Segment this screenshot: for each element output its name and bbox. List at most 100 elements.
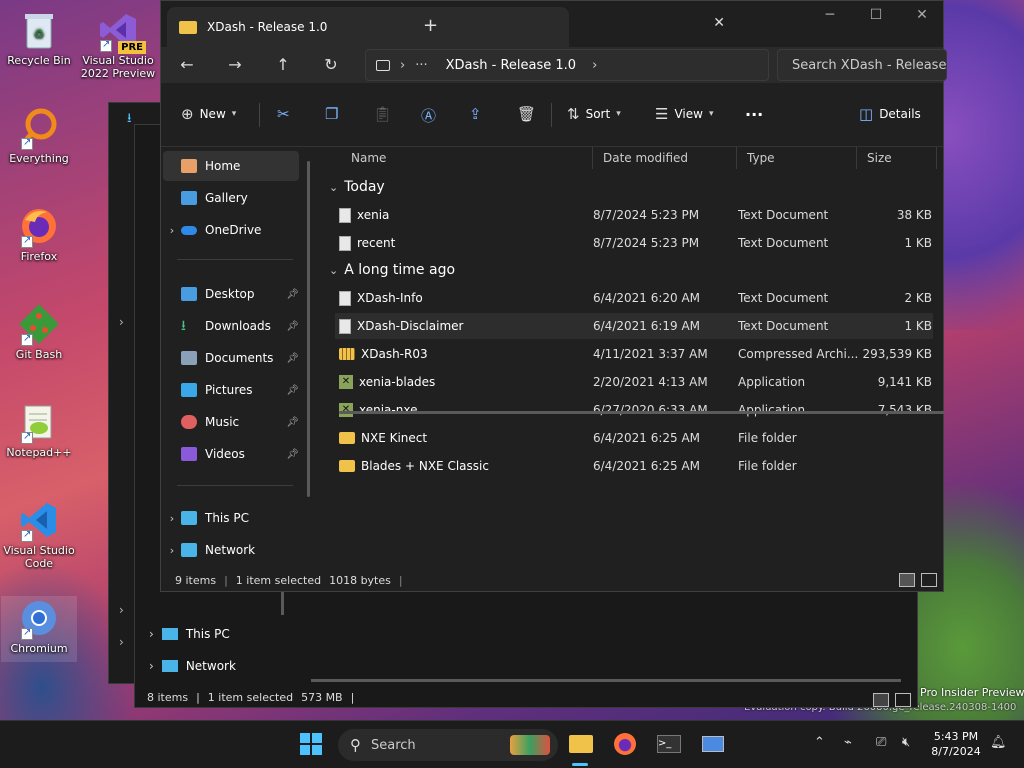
sidebar-item-documents[interactable]: Documents 📌︎: [163, 343, 299, 373]
address-bar[interactable]: › ··· XDash - Release 1.0 ›: [365, 49, 769, 81]
share-button[interactable]: ⇪: [469, 105, 482, 123]
terminal-taskbar-button[interactable]: >_: [656, 731, 682, 757]
sidebar-item-gallery[interactable]: Gallery: [163, 183, 299, 213]
network-status-icon[interactable]: ⌁: [844, 735, 852, 750]
chevron-right-icon[interactable]: ›: [163, 512, 181, 525]
copy-button[interactable]: ❐: [325, 105, 338, 123]
close-tab-icon[interactable]: ✕: [713, 15, 725, 31]
column-header-date[interactable]: Date modified: [593, 147, 737, 169]
details-pane-button[interactable]: ◫ Details: [859, 105, 921, 123]
pin-icon[interactable]: 📌︎: [286, 321, 299, 332]
chevron-right-icon[interactable]: ›: [163, 544, 181, 557]
file-row[interactable]: XDash-R03 4/11/2021 3:37 AM Compressed Arc…: [335, 341, 933, 367]
desktop-icon-everything[interactable]: Everything: [1, 106, 77, 165]
sidebar-item-label: Downloads: [205, 319, 271, 333]
start-button[interactable]: [298, 731, 324, 757]
sidebar-scrollbar[interactable]: [307, 161, 310, 497]
back-tiles-view-button[interactable]: [895, 693, 911, 707]
chevron-right-icon[interactable]: ›: [163, 224, 181, 237]
quick-settings-icon[interactable]: ⎚: [876, 735, 886, 750]
sidebar-item-thispc[interactable]: › This PC: [163, 503, 299, 533]
search-input[interactable]: Search XDash - Release 1.0: [792, 58, 946, 73]
maximize-button[interactable]: ☐: [853, 7, 899, 23]
delete-button[interactable]: 🗑︎: [517, 105, 536, 123]
tab-xdash[interactable]: XDash - Release 1.0 ✕: [167, 7, 725, 47]
desktop-icon-visual-studio[interactable]: PRE Visual Studio 2022 Preview: [80, 8, 156, 80]
taskbar-search[interactable]: ⚲ Search: [338, 729, 558, 761]
close-window-button[interactable]: ✕: [899, 7, 945, 23]
file-row[interactable]: xenia 8/7/2024 5:23 PM Text Document 38 KB: [335, 202, 933, 228]
group-header-today[interactable]: ⌄ Today: [329, 179, 385, 195]
file-row[interactable]: XDash-Disclaimer 6/4/2021 6:19 AM Text Doc…: [335, 313, 933, 339]
search-box[interactable]: Search XDash - Release 1.0: [777, 49, 947, 81]
firefox-taskbar-button[interactable]: [612, 731, 638, 757]
sidebar-item-network[interactable]: › Network: [163, 535, 299, 565]
column-header-size[interactable]: Size: [857, 147, 937, 169]
pin-icon[interactable]: 📌︎: [286, 417, 299, 428]
group-header-older[interactable]: ⌄ A long time ago: [329, 262, 455, 278]
title-bar[interactable]: XDash - Release 1.0 ✕ + ─ ☐ ✕: [161, 1, 943, 47]
back-button[interactable]: ←: [175, 55, 199, 74]
refresh-button[interactable]: ↻: [319, 55, 343, 74]
desktop-icon-firefox[interactable]: Firefox: [1, 204, 77, 263]
pin-icon[interactable]: 📌︎: [286, 353, 299, 364]
column-header-type[interactable]: Type: [737, 147, 857, 169]
paste-button[interactable]: 📋︎: [373, 105, 392, 123]
file-row[interactable]: ✕ xenia-nxe 6/27/2020 6:33 AM Application 7,…: [335, 397, 933, 423]
show-hidden-icons-button[interactable]: ⌃: [814, 735, 825, 750]
back-sidebar-item-network[interactable]: › Network: [149, 659, 236, 673]
back-sidebar-item-thispc[interactable]: › This PC: [149, 627, 230, 641]
desktop-icon-notepadpp[interactable]: Notepad++: [1, 400, 77, 459]
new-button[interactable]: ⊕ New ▾: [181, 105, 236, 123]
file-explorer-taskbar-button[interactable]: [568, 731, 594, 757]
file-row[interactable]: NXE Kinect 6/4/2021 6:25 AM File folder: [335, 425, 933, 451]
desktop-icon-recycle-bin[interactable]: ♻ Recycle Bin: [1, 8, 77, 67]
desktop-icon-vscode[interactable]: Visual Studio Code: [1, 498, 77, 570]
breadcrumb[interactable]: XDash - Release 1.0: [446, 58, 576, 73]
command-bar: ⊕ New ▾ ✂ ❐ 📋︎ Ⓐ ⇪ 🗑︎ ⇅ Sort ▾ ☰ View ▾ …: [161, 83, 943, 147]
explorer-window[interactable]: XDash - Release 1.0 ✕ + ─ ☐ ✕ ← → ↑ ↻ › …: [160, 0, 947, 592]
pin-icon[interactable]: 📌︎: [286, 385, 299, 396]
notifications-bell-icon[interactable]: 🔔︎: [990, 735, 1007, 750]
view-button[interactable]: ☰ View ▾: [655, 105, 713, 123]
new-tab-button[interactable]: +: [423, 15, 438, 36]
desktop-icon-chromium[interactable]: Chromium: [1, 596, 77, 662]
pin-icon[interactable]: 📌︎: [286, 449, 299, 460]
sidebar-item-music[interactable]: Music 📌︎: [163, 407, 299, 437]
forward-button[interactable]: →: [223, 55, 247, 74]
download-icon: ⭳: [181, 318, 186, 334]
plus-circle-icon: ⊕: [181, 105, 194, 123]
more-locations-icon[interactable]: ···: [415, 58, 427, 73]
minimize-button[interactable]: ─: [807, 7, 853, 23]
file-row[interactable]: recent 8/7/2024 5:23 PM Text Document 1 KB: [335, 230, 933, 256]
file-row[interactable]: Blades + NXE Classic 6/4/2021 6:25 AM File…: [335, 453, 933, 479]
up-button[interactable]: ↑: [271, 55, 295, 74]
sidebar-item-home[interactable]: Home: [163, 151, 299, 181]
see-more-button[interactable]: ···: [745, 105, 763, 124]
pin-icon[interactable]: 📌︎: [286, 289, 299, 300]
clock[interactable]: 5:43 PM 8/7/2024: [926, 729, 986, 759]
chevron-right-icon[interactable]: ›: [592, 58, 597, 73]
file-row[interactable]: ✕ xenia-blades 2/20/2021 4:13 AM Applicatio…: [335, 369, 933, 395]
sidebar-item-onedrive[interactable]: › OneDrive: [163, 215, 299, 245]
details-view-button[interactable]: [899, 573, 915, 587]
rename-button[interactable]: Ⓐ: [421, 105, 436, 126]
status-items: 8 items: [147, 691, 189, 704]
horizontal-scrollbar[interactable]: [339, 411, 945, 414]
windows-logo-icon: [300, 733, 322, 755]
sidebar-item-pictures[interactable]: Pictures 📌︎: [163, 375, 299, 405]
remote-desktop-taskbar-button[interactable]: [700, 731, 726, 757]
cut-button[interactable]: ✂: [277, 105, 290, 123]
desktop-icon-git-bash[interactable]: Git Bash: [1, 302, 77, 361]
back-sidebar-label: This PC: [185, 627, 230, 641]
file-date: 6/4/2021 6:20 AM: [593, 291, 701, 305]
file-row[interactable]: XDash-Info 6/4/2021 6:20 AM Text Document 2…: [335, 285, 933, 311]
back-details-view-button[interactable]: [873, 693, 889, 707]
sidebar-item-videos[interactable]: Videos 📌︎: [163, 439, 299, 469]
column-header-name[interactable]: Name: [341, 147, 593, 169]
sidebar-item-downloads[interactable]: ⭳ Downloads 📌︎: [163, 311, 299, 341]
sidebar-item-desktop[interactable]: Desktop 📌︎: [163, 279, 299, 309]
sort-button[interactable]: ⇅ Sort ▾: [567, 105, 621, 123]
tiles-view-button[interactable]: [921, 573, 937, 587]
volume-muted-icon[interactable]: 🔇︎: [902, 735, 910, 750]
